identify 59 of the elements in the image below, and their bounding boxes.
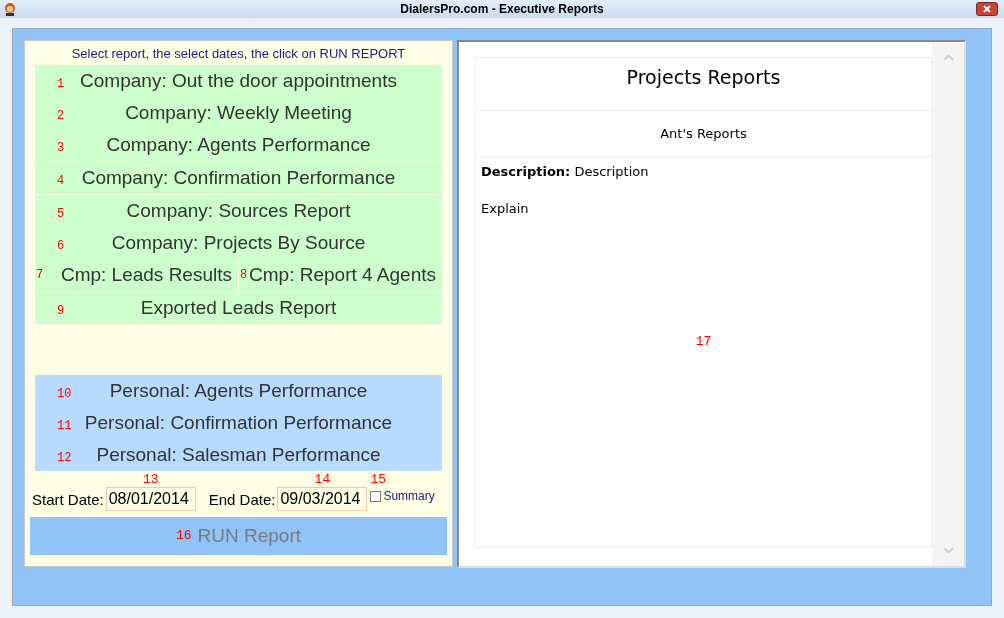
marker-number: 13 bbox=[142, 473, 159, 487]
scrollbar[interactable] bbox=[932, 42, 964, 566]
marker-number: 10 bbox=[57, 387, 72, 401]
marker-number: 9 bbox=[57, 304, 65, 318]
instruction-text: Select report, the select dates, the click on RUN REPORT bbox=[70, 45, 407, 63]
marker-number: 14 bbox=[314, 473, 331, 487]
date-label: End Date: bbox=[208, 489, 276, 510]
marker-number: 8 bbox=[240, 267, 248, 284]
report-label: Company: Confirmation Performance bbox=[81, 165, 396, 190]
marker-number: 2 bbox=[57, 109, 65, 123]
report-label: Company: Weekly Meeting bbox=[125, 100, 352, 125]
explain-text: Explain bbox=[480, 199, 530, 218]
report-button[interactable]: 4 Company: Confirmation Performance bbox=[35, 162, 442, 194]
marker-number: 12 bbox=[57, 451, 72, 465]
report-label: Company: Out the door appointments bbox=[80, 68, 397, 93]
report-button[interactable]: 7 Cmp: Leads Results bbox=[35, 259, 238, 291]
report-label: Personal: Confirmation Performance bbox=[84, 410, 393, 435]
marker-number: 5 bbox=[57, 207, 65, 221]
scroll-down-icon[interactable] bbox=[942, 547, 954, 554]
report-button[interactable]: 5 Company: Sources Report bbox=[35, 195, 442, 227]
summary-checkbox[interactable] bbox=[370, 490, 382, 502]
marker-number: 1 bbox=[57, 77, 65, 91]
app-icon bbox=[3, 2, 17, 16]
summary-label: Summary bbox=[383, 488, 435, 505]
marker-number: 7 bbox=[36, 267, 44, 284]
report-button[interactable]: 12 Personal: Salesman Performance bbox=[35, 439, 442, 471]
marker-number: 17 bbox=[695, 334, 712, 349]
report-button[interactable]: 10 Personal: Agents Performance bbox=[35, 375, 442, 407]
report-button[interactable]: 1 Company: Out the door appointments bbox=[35, 65, 442, 97]
report-label: Exported Leads Report bbox=[140, 295, 337, 320]
date-field[interactable]: 09/03/2014 bbox=[277, 487, 368, 511]
report-button[interactable]: 3 Company: Agents Performance bbox=[35, 129, 442, 161]
report-button[interactable]: 11 Personal: Confirmation Performance bbox=[35, 407, 442, 439]
marker-number: 4 bbox=[57, 174, 65, 188]
report-label: Company: Agents Performance bbox=[106, 132, 371, 157]
report-subtitle: Ant's Reports bbox=[476, 111, 931, 157]
date-label: Start Date: bbox=[32, 489, 104, 510]
marker-number: 11 bbox=[57, 419, 72, 433]
marker-number: 3 bbox=[57, 141, 65, 155]
scroll-up-icon[interactable] bbox=[942, 54, 954, 61]
report-button[interactable]: 6 Company: Projects By Source bbox=[35, 227, 442, 259]
report-label: Personal: Salesman Performance bbox=[96, 442, 381, 467]
report-label: Company: Projects By Source bbox=[111, 230, 366, 255]
marker-number: 15 bbox=[370, 473, 388, 487]
report-button[interactable]: 8 Cmp: Report 4 Agents bbox=[239, 259, 442, 291]
report-button[interactable]: 2 Company: Weekly Meeting bbox=[35, 97, 442, 129]
date-field[interactable]: 08/01/2014 bbox=[105, 487, 196, 511]
report-title: Projects Reports bbox=[476, 58, 931, 111]
report-label: Company: Sources Report bbox=[126, 198, 351, 223]
report-button[interactable]: 9 Exported Leads Report bbox=[35, 292, 442, 324]
close-icon bbox=[983, 5, 991, 13]
marker-number: 6 bbox=[57, 239, 65, 253]
report-label: Cmp: Leads Results bbox=[60, 262, 232, 287]
window-title: DialersPro.com - Executive Reports bbox=[399, 1, 605, 18]
marker-number: 16 bbox=[175, 527, 192, 546]
report-label: Cmp: Report 4 Agents bbox=[249, 262, 436, 287]
close-button[interactable] bbox=[976, 2, 998, 16]
description-text: Description: Description bbox=[480, 163, 650, 181]
report-label: Personal: Agents Performance bbox=[109, 378, 368, 403]
